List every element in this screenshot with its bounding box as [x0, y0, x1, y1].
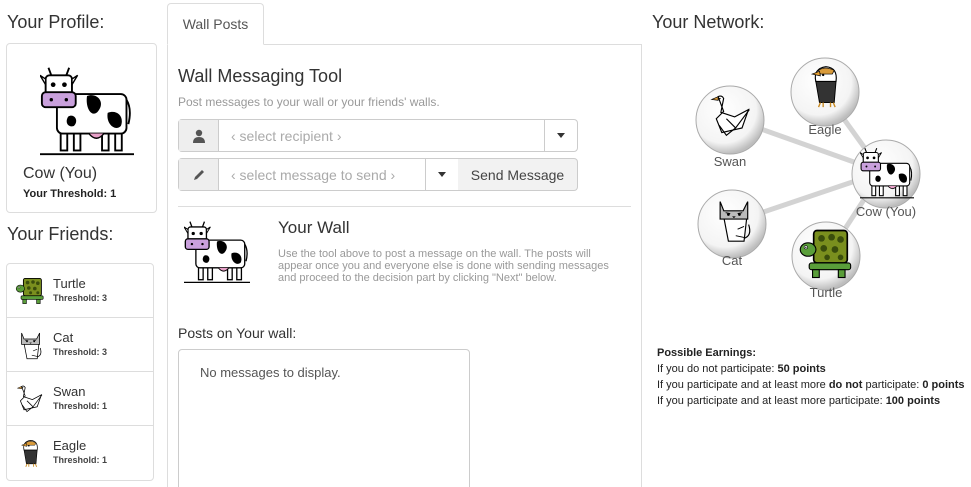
network-node-turtle: Turtle — [791, 221, 861, 300]
pencil-icon — [179, 159, 219, 190]
friend-item-cat: Cat Threshold: 3 — [7, 318, 153, 372]
node-label: Cow (You) — [856, 204, 916, 219]
earnings-line-2: If you participate and at least more do … — [657, 379, 965, 391]
possible-earnings: Possible Earnings: If you do not partici… — [657, 345, 965, 409]
posts-empty-text: No messages to display. — [200, 365, 341, 380]
network-node-swan: Swan — [695, 85, 765, 169]
friend-item-swan: Swan Threshold: 1 — [7, 372, 153, 426]
divider — [178, 206, 631, 207]
node-label: Eagle — [808, 122, 841, 137]
network-node-cat: Cat — [697, 189, 767, 268]
friend-threshold: Threshold: 3 — [53, 293, 108, 303]
friend-threshold: Threshold: 1 — [53, 401, 108, 411]
node-label: Cat — [722, 253, 743, 268]
friend-item-turtle: Turtle Threshold: 3 — [7, 264, 153, 318]
wall-title: Your Wall — [278, 218, 350, 237]
friend-threshold: Threshold: 1 — [53, 455, 108, 465]
earnings-line-1: If you do not participate: 50 points — [657, 363, 826, 375]
network-node-cow: Cow (You) — [851, 139, 921, 219]
recipient-select[interactable]: ‹ select recipient › — [178, 119, 578, 152]
node-label: Turtle — [810, 285, 843, 300]
profile-name: Cow (You) — [23, 165, 98, 182]
cow-avatar-icon — [40, 64, 134, 158]
message-placeholder: ‹ select message to send › — [231, 166, 396, 183]
eagle-icon — [15, 436, 45, 470]
chevron-down-icon[interactable] — [544, 120, 577, 151]
swan-icon — [15, 382, 45, 416]
chevron-down-icon[interactable] — [425, 159, 458, 190]
profile-heading: Your Profile: — [7, 12, 105, 32]
earnings-line-3: If you participate and at least more par… — [657, 395, 941, 407]
posts-label: Posts on Your wall: — [178, 325, 297, 341]
cat-icon — [15, 328, 45, 362]
wall-description: Use the tool above to post a message on … — [278, 248, 609, 284]
tab-wall-posts[interactable]: Wall Posts — [167, 3, 264, 45]
friend-name: Eagle — [53, 438, 87, 453]
profile-threshold: Your Threshold: 1 — [23, 188, 117, 200]
friend-threshold: Threshold: 3 — [53, 347, 108, 357]
messaging-tool-title: Wall Messaging Tool — [178, 66, 343, 86]
user-icon — [179, 120, 219, 151]
node-label: Swan — [714, 154, 747, 169]
turtle-icon — [15, 274, 45, 308]
friends-heading: Your Friends: — [7, 224, 114, 244]
send-message-button[interactable]: Send Message — [458, 158, 578, 191]
earnings-title: Possible Earnings: — [657, 347, 757, 359]
friend-name: Turtle — [53, 276, 86, 291]
messaging-tool-subtitle: Post messages to your wall or your frien… — [178, 95, 440, 109]
friends-list: Turtle Threshold: 3 Cat Threshold: 3 Swa… — [6, 263, 154, 481]
friend-item-eagle: Eagle Threshold: 1 — [7, 426, 153, 480]
posts-box[interactable]: No messages to display. — [178, 349, 470, 487]
network-heading: Your Network: — [652, 12, 765, 32]
profile-card: Cow (You) Your Threshold: 1 — [6, 43, 157, 213]
network-graph: Eagle Swan Cow (You) Cat Turtle — [695, 57, 921, 300]
friend-name: Swan — [53, 384, 86, 399]
recipient-placeholder: ‹ select recipient › — [231, 127, 342, 144]
friend-name: Cat — [53, 330, 74, 345]
cow-icon — [184, 216, 250, 288]
message-select[interactable]: ‹ select message to send › — [178, 158, 459, 191]
